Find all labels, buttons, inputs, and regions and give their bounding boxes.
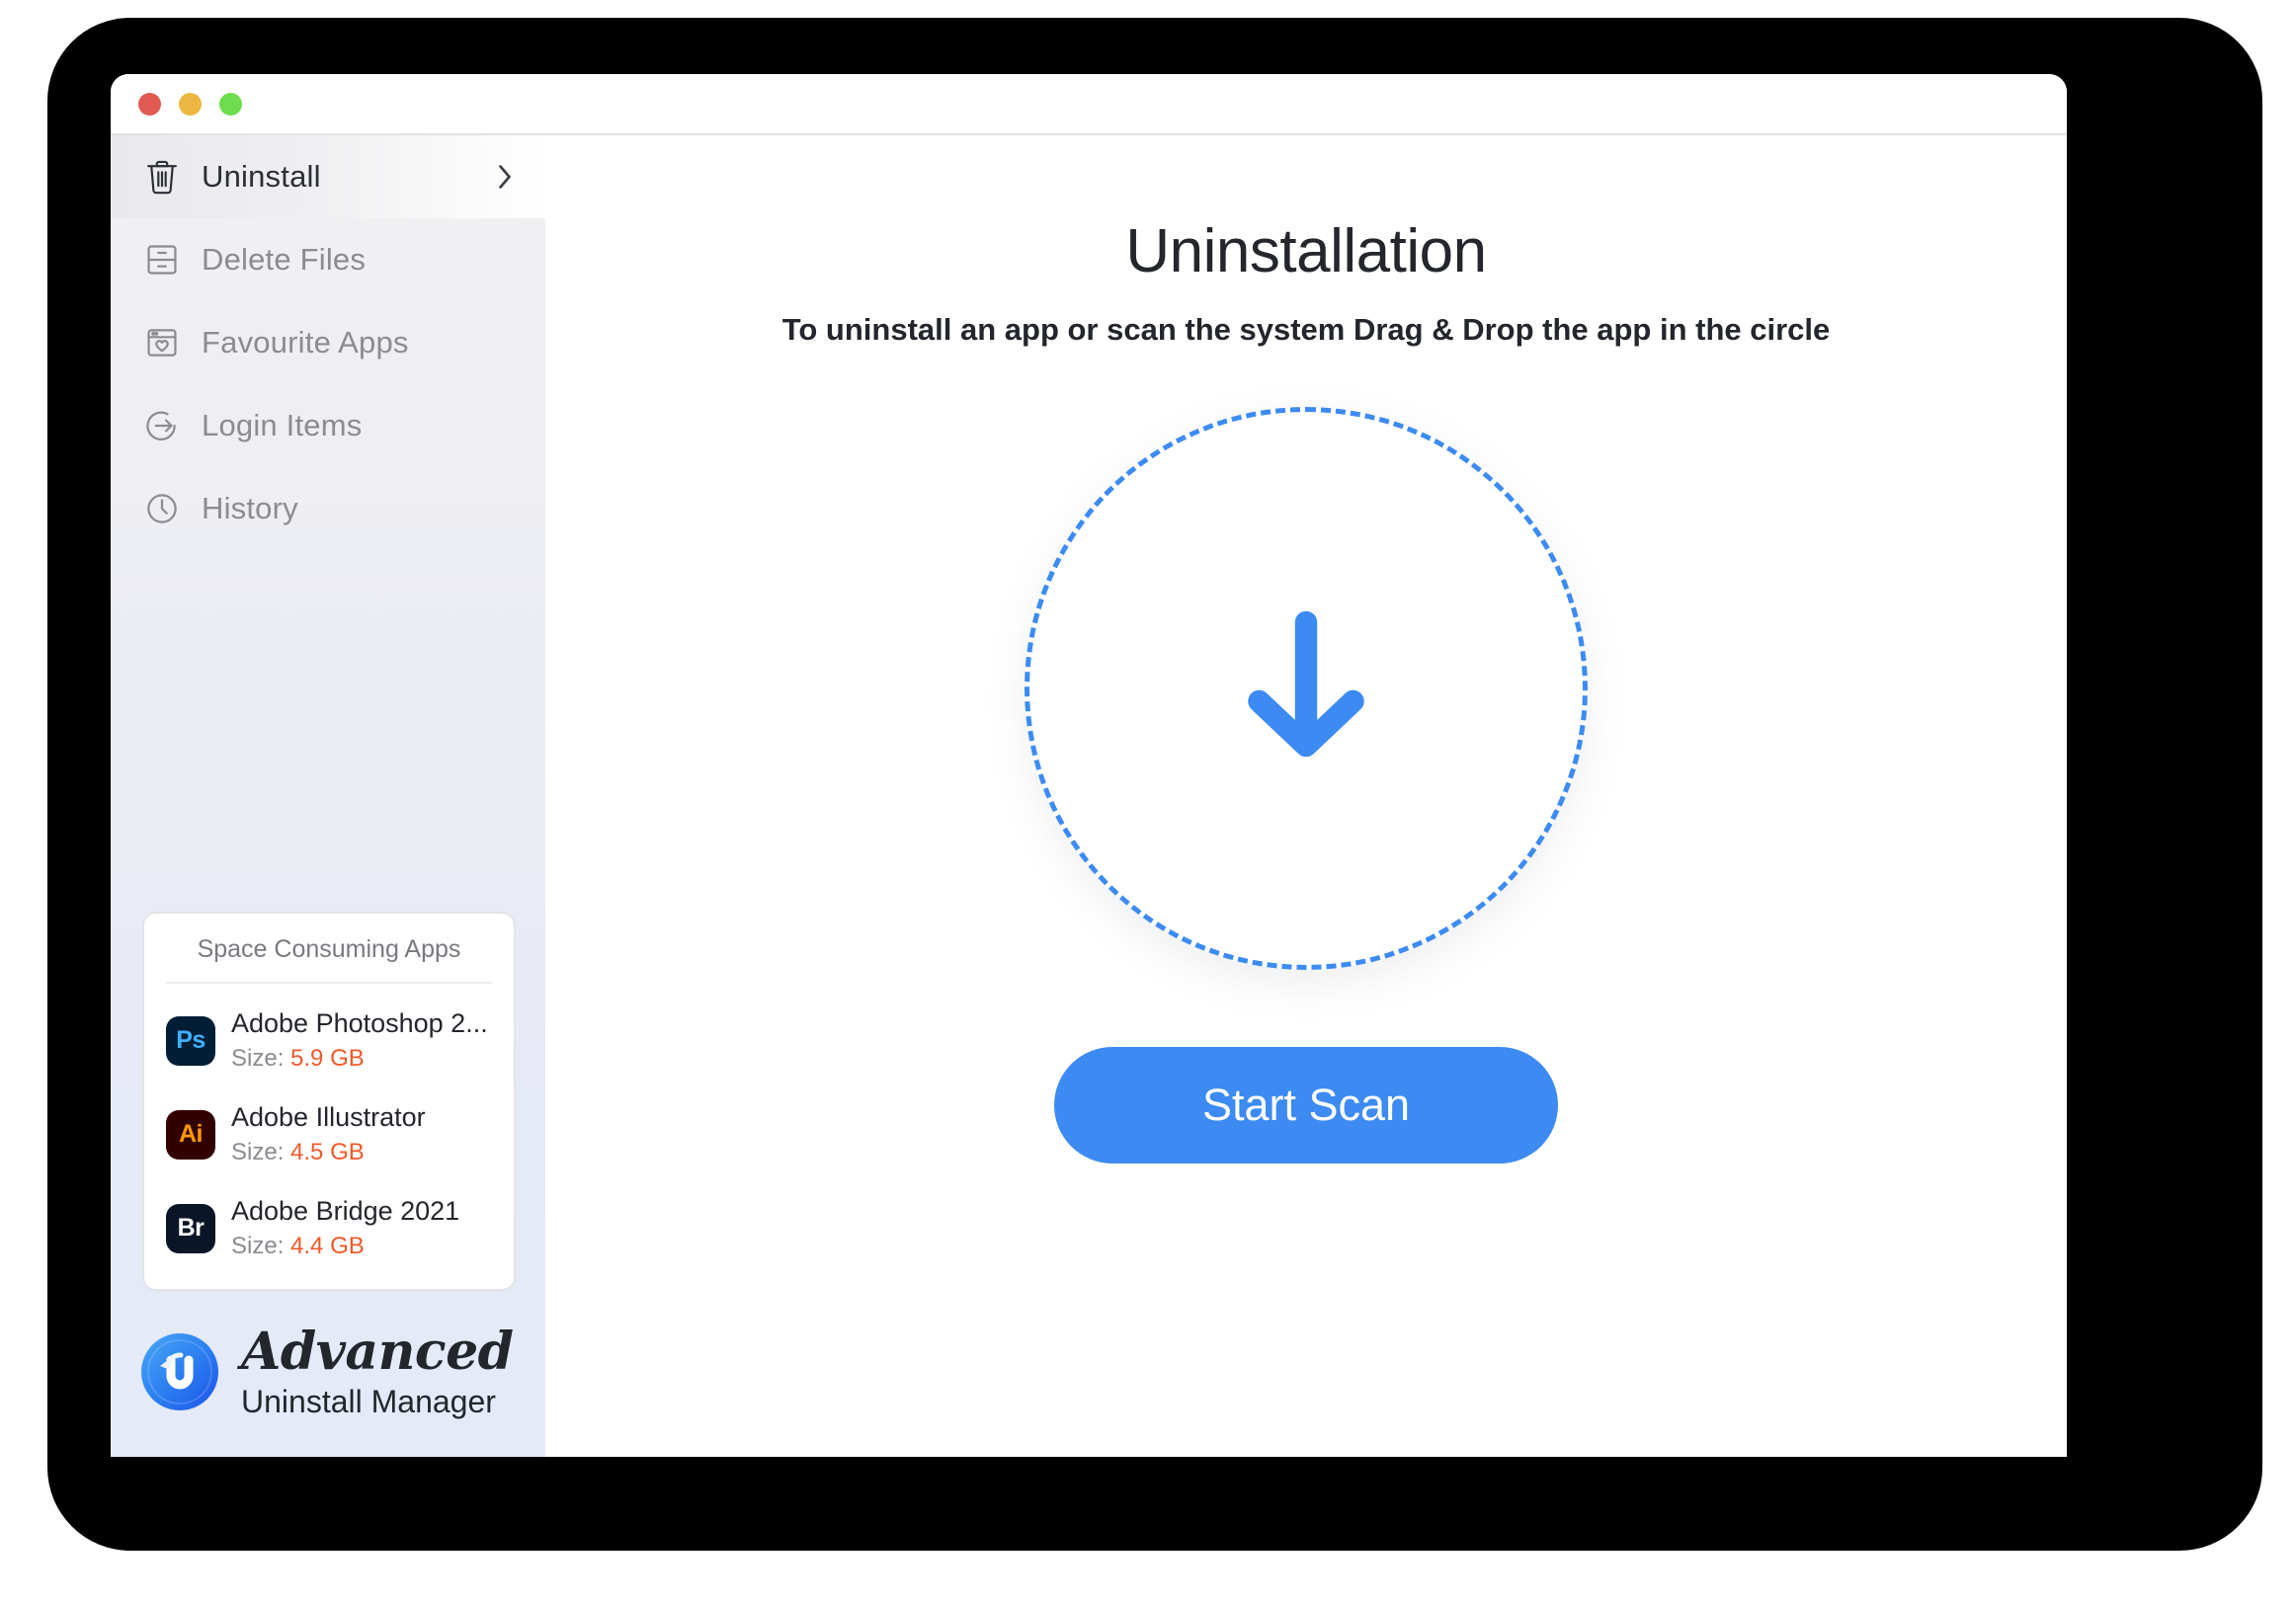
sidebar-item-history[interactable]: History [111, 467, 545, 550]
brand-name: Advanced [241, 1322, 514, 1382]
advanced-uninstall-manager-logo-icon [138, 1330, 221, 1413]
app-size: Size: 4.4 GB [231, 1231, 459, 1261]
window-titlebar [111, 74, 2067, 135]
app-name: Adobe Bridge 2021 [231, 1196, 460, 1227]
card-divider [166, 982, 492, 985]
size-label: Size: [231, 1044, 285, 1072]
size-label: Size: [231, 1232, 285, 1259]
app-name: Adobe Illustrator [231, 1102, 426, 1133]
page-subtitle: To uninstall an app or scan the system D… [781, 312, 1831, 347]
bridge-app-icon: Br [166, 1203, 215, 1253]
sidebar-item-login-items[interactable]: Login Items [111, 384, 545, 467]
photoshop-app-icon: Ps [166, 1015, 215, 1066]
sidebar: Uninstall Delete Files Favourite Apps Lo… [111, 135, 545, 1457]
space-consuming-apps-title: Space Consuming Apps [197, 935, 461, 964]
download-arrow-icon [1232, 602, 1380, 775]
sidebar-item-label: Delete Files [202, 242, 367, 277]
sidebar-nav: Uninstall Delete Files Favourite Apps Lo… [111, 135, 545, 550]
drag-and-drop-zone[interactable] [1025, 407, 1588, 970]
size-value: 4.5 GB [290, 1138, 365, 1165]
minimize-button[interactable] [179, 92, 202, 116]
sidebar-item-favourite-apps[interactable]: Favourite Apps [111, 301, 545, 384]
page-title: Uninstallation [1125, 217, 1487, 285]
sidebar-item-uninstall[interactable]: Uninstall [111, 135, 545, 218]
login-arrow-icon [140, 404, 184, 447]
size-value: 4.4 GB [290, 1232, 365, 1259]
list-item[interactable]: Br Adobe Bridge 2021 Size: 4.4 GB [144, 1181, 514, 1275]
maximize-button[interactable] [219, 92, 242, 116]
sidebar-item-label: History [202, 491, 298, 525]
list-item[interactable]: Ps Adobe Photoshop 2... Size: 5.9 GB [144, 994, 514, 1087]
sidebar-item-label: Favourite Apps [202, 325, 409, 360]
list-item[interactable]: Ai Adobe Illustrator Size: 4.5 GB [144, 1087, 514, 1181]
chevron-right-icon [490, 162, 520, 192]
app-size: Size: 5.9 GB [231, 1043, 488, 1074]
window-body: Uninstall Delete Files Favourite Apps Lo… [111, 135, 2067, 1457]
brand-subtitle: Uninstall Manager [241, 1384, 496, 1419]
sidebar-item-delete-files[interactable]: Delete Files [111, 218, 545, 301]
drawer-icon [140, 238, 184, 281]
app-size: Size: 4.5 GB [231, 1137, 426, 1167]
space-consuming-apps-card: Space Consuming Apps Ps Adobe Photoshop … [142, 912, 516, 1291]
trash-icon [140, 155, 184, 199]
sidebar-item-label: Login Items [202, 408, 363, 442]
app-name: Adobe Photoshop 2... [231, 1008, 488, 1039]
main-content: Uninstallation To uninstall an app or sc… [545, 135, 2067, 1457]
clock-icon [140, 487, 184, 530]
brand-logo-block: Advanced Uninstall Manager [111, 1291, 545, 1457]
heart-window-icon [140, 321, 184, 364]
app-window: Uninstall Delete Files Favourite Apps Lo… [111, 74, 2067, 1457]
traffic-light-group [138, 92, 242, 116]
close-button[interactable] [138, 92, 161, 116]
sidebar-item-label: Uninstall [202, 159, 321, 194]
size-value: 5.9 GB [290, 1044, 365, 1072]
start-scan-button[interactable]: Start Scan [1054, 1047, 1558, 1163]
size-label: Size: [231, 1138, 285, 1165]
illustrator-app-icon: Ai [166, 1109, 215, 1160]
